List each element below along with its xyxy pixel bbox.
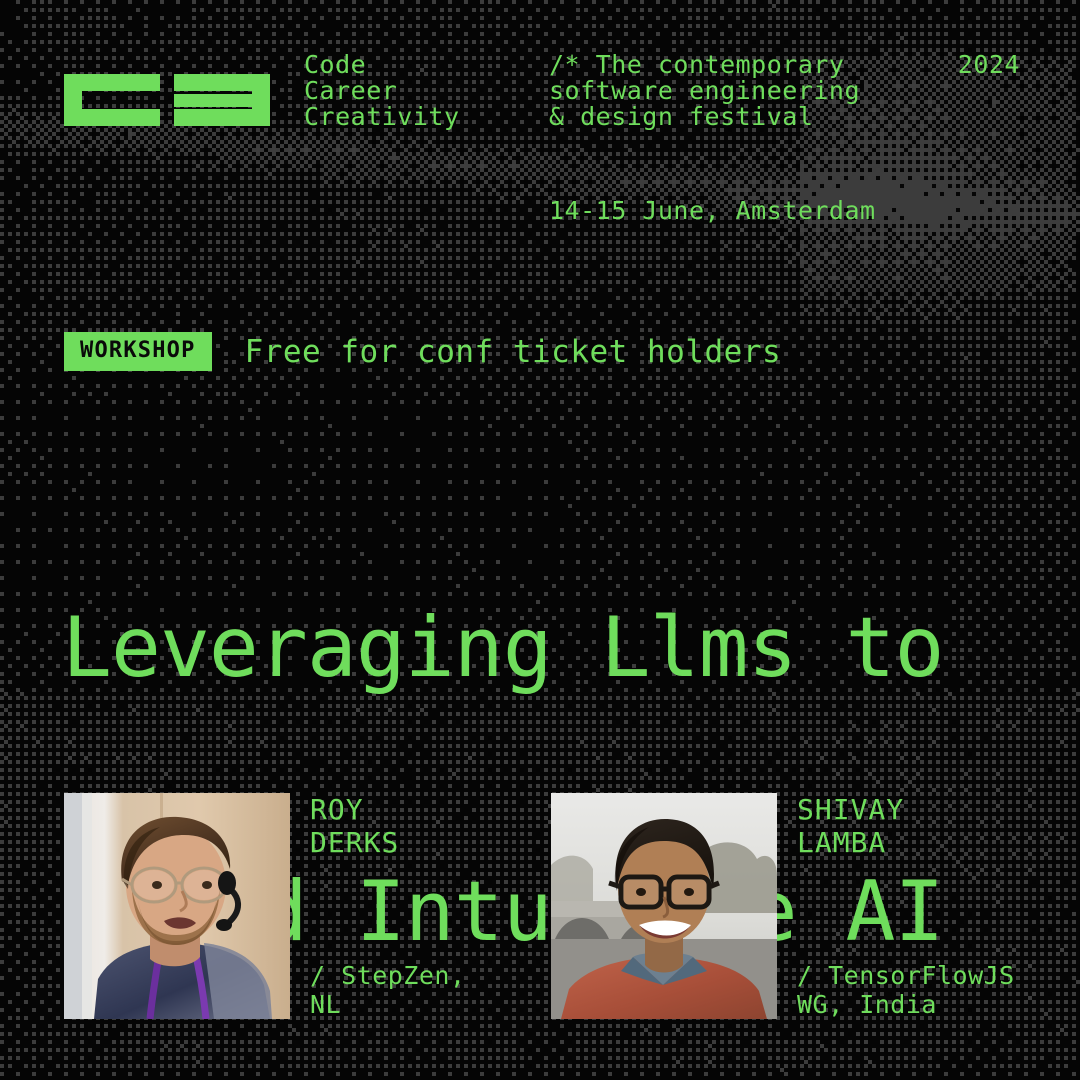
speaker-info: SHIVAY LAMBA / TensorFlowJS WG, India: [797, 793, 1027, 1019]
speaker-affiliation: / StepZen, NL: [310, 961, 466, 1019]
speaker-affiliation: / TensorFlowJS WG, India: [797, 961, 1015, 1019]
speakers-section: ROY DERKS / StepZen, NL SHIVAY LAMBA / T…: [0, 793, 1080, 1033]
workshop-row: WORKSHOP Free for conf ticket holders: [64, 332, 781, 371]
c3-logo: [64, 58, 270, 142]
speaker-last-name: DERKS: [310, 826, 400, 859]
workshop-badge: WORKSHOP: [64, 332, 212, 371]
speaker-info: ROY DERKS / StepZen, NL: [310, 793, 540, 1019]
speaker-card: SHIVAY LAMBA / TensorFlowJS WG, India: [551, 793, 1021, 1033]
logo-words: Code Career Creativity: [304, 50, 460, 131]
speaker-first-name: SHIVAY: [797, 793, 905, 826]
speaker-photo-roy-derks: [64, 793, 290, 1019]
speaker-card: ROY DERKS / StepZen, NL: [64, 793, 534, 1033]
speaker-last-name: LAMBA: [797, 826, 887, 859]
poster-header: Code Career Creativity /* The contempora…: [64, 52, 1020, 152]
session-title-line-1: Leveraging Llms to: [62, 599, 944, 696]
free-ticket-note: Free for conf ticket holders: [244, 333, 782, 370]
festival-dateline: 14-15 June, Amsterdam: [549, 196, 876, 225]
event-poster: Code Career Creativity /* The contempora…: [0, 0, 1080, 1080]
speaker-photo-shivay-lamba: [551, 793, 777, 1019]
festival-year: 2024: [957, 50, 1020, 79]
speaker-first-name: ROY: [310, 793, 364, 826]
festival-tagline: /* The contemporary software engineering…: [549, 50, 861, 131]
